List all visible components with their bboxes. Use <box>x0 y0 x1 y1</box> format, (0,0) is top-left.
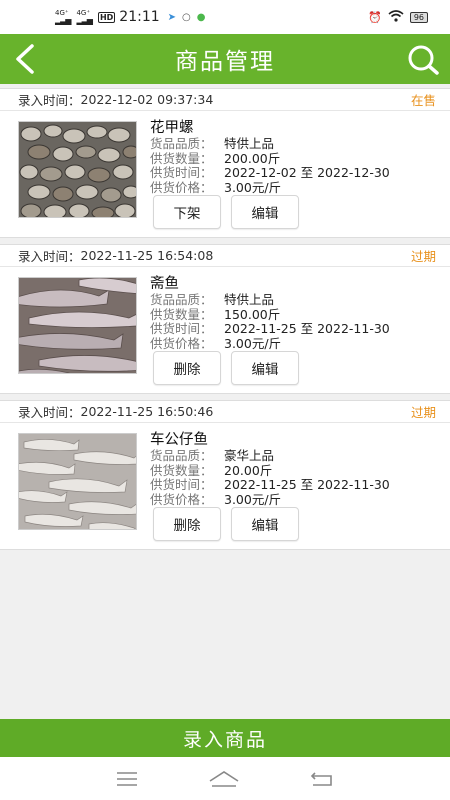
system-nav-bar <box>0 757 450 800</box>
product-card: 录入时间： 2022-11-25 16:54:08 过期 斋鱼 货品品质： 特供上… <box>0 244 450 394</box>
price-value: 3.00元/斤 <box>224 179 282 195</box>
hd-badge: HD <box>97 11 116 23</box>
price-label: 供货价格： <box>150 179 213 195</box>
period-label: 供货时间： <box>150 165 213 181</box>
entry-time: 2022-11-25 16:54:08 <box>80 248 214 263</box>
price-label: 供货价格： <box>150 491 213 507</box>
alarm-icon: ⏰ <box>368 10 382 24</box>
product-image <box>18 277 137 374</box>
product-name: 车公仔鱼 <box>150 432 208 448</box>
product-card: 录入时间： 2022-12-02 09:37:34 在售 花甲螺 货品品质： 特供… <box>0 88 450 238</box>
back-button[interactable] <box>8 40 44 78</box>
page-title: 商品管理 <box>175 49 275 75</box>
clock: 21:11 <box>119 9 160 25</box>
quantity-label: 供货数量： <box>150 462 213 478</box>
product-name: 花甲螺 <box>150 120 194 136</box>
product-image <box>18 433 137 530</box>
card-header: 录入时间： 2022-12-02 09:37:34 在售 <box>0 89 450 111</box>
quantity-value: 200.00斤 <box>224 150 281 166</box>
return-icon[interactable] <box>309 770 335 788</box>
period-value: 2022-12-02 至 2022-12-30 <box>224 165 390 181</box>
delete-button[interactable]: 删除 <box>153 351 221 385</box>
header-bar: 商品管理 <box>0 34 450 84</box>
quality-label: 货品品质： <box>150 448 213 463</box>
chat-icon: ○ <box>182 11 191 23</box>
entry-time-label: 录入时间： <box>18 249 81 264</box>
back-icon <box>16 44 34 74</box>
edit-button[interactable]: 编辑 <box>231 195 299 229</box>
edit-button[interactable]: 编辑 <box>231 507 299 541</box>
quality-value: 特供上品 <box>224 292 275 307</box>
period-label: 供货时间： <box>150 477 213 493</box>
entry-time-label: 录入时间： <box>18 405 81 420</box>
delete-button[interactable]: 删除 <box>153 507 221 541</box>
battery-icon: 96 <box>409 11 428 23</box>
card-header: 录入时间： 2022-11-25 16:54:08 过期 <box>0 245 450 267</box>
add-product-button[interactable]: 录入商品 <box>0 719 450 757</box>
price-label: 供货价格： <box>150 335 213 351</box>
status-badge: 在售 <box>410 93 436 108</box>
price-value: 3.00元/斤 <box>224 335 282 351</box>
period-value: 2022-11-25 至 2022-11-30 <box>224 477 390 493</box>
search-button[interactable] <box>404 40 442 78</box>
search-icon <box>408 45 439 75</box>
product-info: 车公仔鱼 货品品质： 豪华上品 供货数量： 20.00斤 供货时间： 2022-11-… <box>150 431 390 507</box>
edit-button[interactable]: 编辑 <box>231 351 299 385</box>
product-image <box>18 121 137 218</box>
period-value: 2022-11-25 至 2022-11-30 <box>224 321 390 337</box>
price-value: 3.00元/斤 <box>224 491 282 507</box>
entry-time: 2022-11-25 16:50:46 <box>80 404 214 419</box>
entry-time-label: 录入时间： <box>18 93 81 108</box>
product-list: 录入时间： 2022-12-02 09:37:34 在售 花甲螺 货品品质： 特供… <box>0 84 450 556</box>
quantity-value: 20.00斤 <box>224 462 273 478</box>
menu-icon[interactable] <box>115 770 139 788</box>
product-name: 斋鱼 <box>150 276 179 292</box>
wifi-icon <box>388 9 404 25</box>
bird-icon: ➤ <box>167 11 177 23</box>
entry-time: 2022-12-02 09:37:34 <box>80 92 214 107</box>
product-info: 斋鱼 货品品质： 特供上品 供货数量： 150.00斤 供货时间： 2022-11-2… <box>150 275 390 351</box>
status-badge: 过期 <box>410 405 436 420</box>
product-info: 花甲螺 货品品质： 特供上品 供货数量： 200.00斤 供货时间： 2022-12-… <box>150 119 390 195</box>
quantity-value: 150.00斤 <box>224 306 281 322</box>
quantity-label: 供货数量： <box>150 306 213 322</box>
status-bar: 4G⁺ ▂▃▅ 4G⁺ ▂▃▅ HD 21:11 ➤ ○ ● ⏰ 96 <box>0 0 450 34</box>
delist-button[interactable]: 下架 <box>153 195 221 229</box>
status-badge: 过期 <box>410 249 436 264</box>
signal-icon: 4G⁺ ▂▃▅ <box>55 9 72 25</box>
message-icon: ● <box>196 11 206 23</box>
period-label: 供货时间： <box>150 321 213 337</box>
quality-value: 特供上品 <box>224 136 275 151</box>
home-icon[interactable] <box>208 769 240 789</box>
card-header: 录入时间： 2022-11-25 16:50:46 过期 <box>0 401 450 423</box>
product-card: 录入时间： 2022-11-25 16:50:46 过期 车公仔鱼 货品品质： … <box>0 400 450 550</box>
signal-icon-2: 4G⁺ ▂▃▅ <box>76 9 93 25</box>
quantity-label: 供货数量： <box>150 150 213 166</box>
quality-label: 货品品质： <box>150 292 213 307</box>
quality-value: 豪华上品 <box>224 448 275 463</box>
quality-label: 货品品质： <box>150 136 213 151</box>
